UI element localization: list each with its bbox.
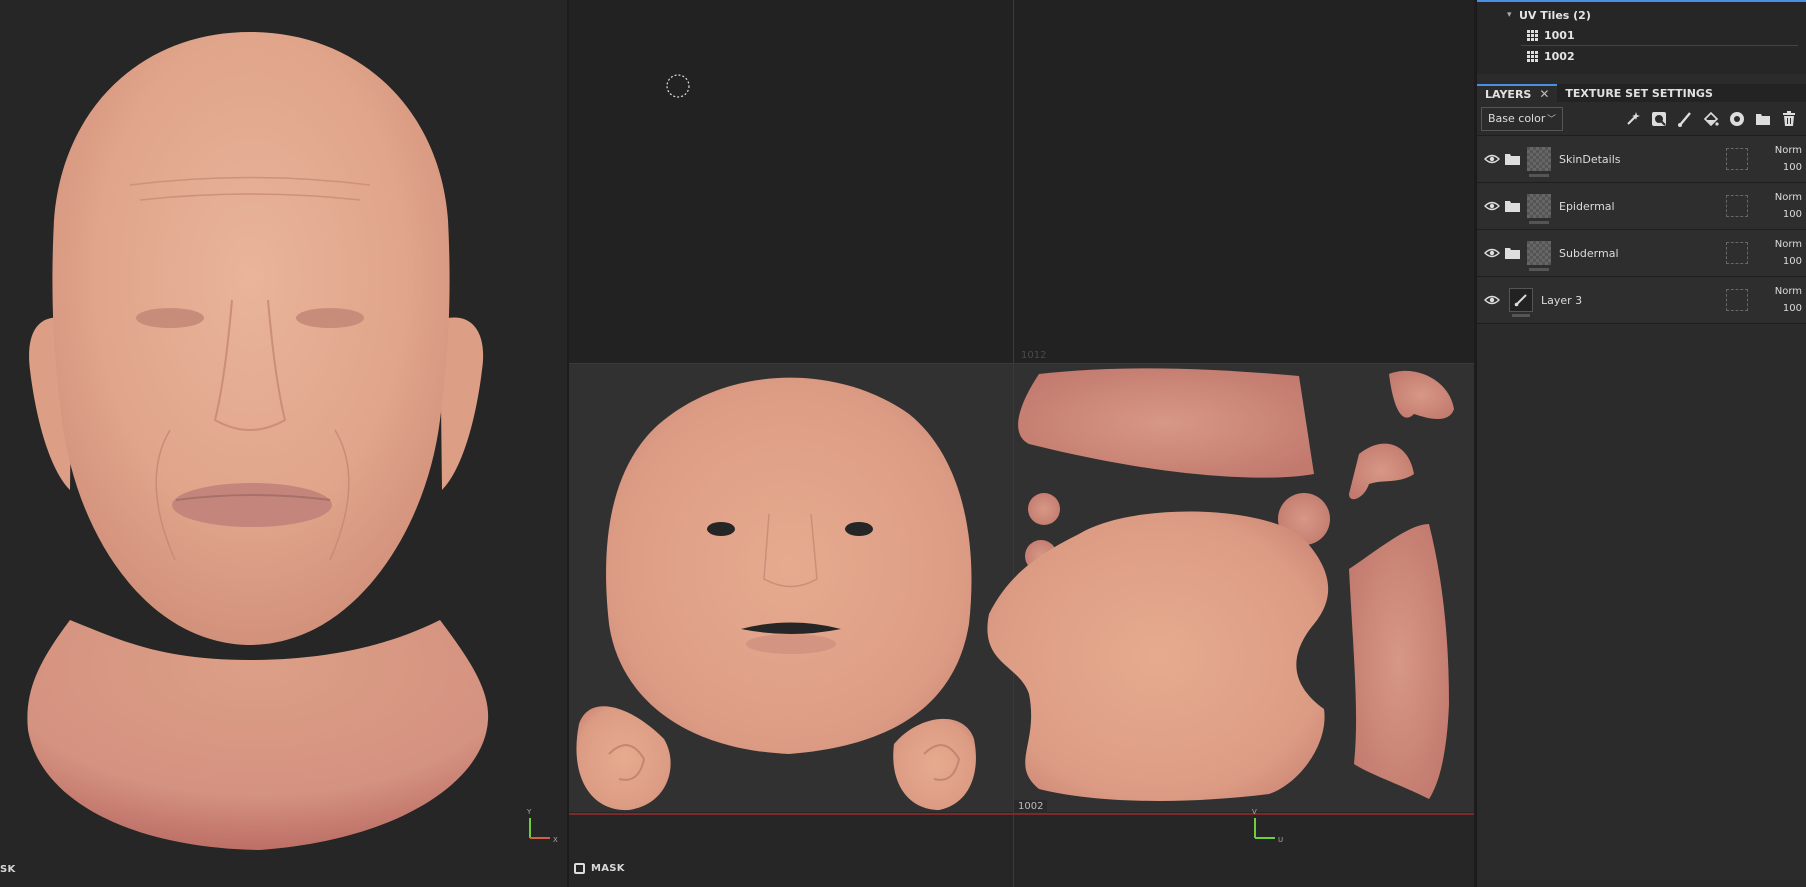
add-smart-material-icon[interactable] [1728,110,1746,128]
layer-name[interactable]: Subdermal [1559,247,1726,260]
tab-layers-label: LAYERS [1485,87,1532,101]
viewport-label: SK [0,864,16,875]
layer-name[interactable]: Layer 3 [1541,294,1726,307]
folder-icon [1503,153,1521,165]
add-mask-icon[interactable] [1650,110,1668,128]
add-paint-layer-icon[interactable] [1676,110,1694,128]
uv-view[interactable]: 1012 1002 V U MASK [569,0,1474,887]
axis-y-label: Y [526,808,532,816]
axis-v-label: V [1252,808,1257,816]
mask-label: MASK [591,863,625,874]
uv-tiles-group[interactable]: ▾ UV Tiles (2) [1477,5,1806,25]
add-folder-icon[interactable] [1754,110,1772,128]
right-panel: ▾ UV Tiles (2) 1001 1002 LAYERS ✕ TEXTUR… [1476,0,1806,887]
head-model [27,32,489,850]
tile-grid-icon [1527,29,1538,41]
viewport-3d[interactable]: Y X SK [0,0,567,887]
uv-tile-item[interactable]: 1002 [1477,46,1806,66]
layer-thumbnail [1527,241,1551,271]
blend-mode[interactable]: Norm [1758,239,1802,250]
uv-tiles-label: UV Tiles (2) [1519,8,1591,22]
layer-mask-slot[interactable] [1726,242,1748,264]
mask-toggle-icon [574,863,585,874]
layer-opacity[interactable]: 100 [1758,256,1802,267]
tile-label-bottom: 1002 [1014,800,1048,813]
tab-texture-set-settings-label: TEXTURE SET SETTINGS [1565,86,1713,100]
layer-thumbnail [1527,147,1551,177]
layer-mask-slot[interactable] [1726,289,1748,311]
tile-label-top: 1012 [1021,350,1047,361]
layers-toolbar: Base color ﹀ [1477,102,1806,136]
eye-icon[interactable] [1481,295,1503,305]
uv-tile-item[interactable]: 1001 [1477,25,1806,45]
tile-grid-icon [1527,50,1538,62]
add-effect-icon[interactable] [1624,110,1642,128]
add-fill-layer-icon[interactable] [1702,110,1720,128]
layer-row[interactable]: Layer 3 Norm 100 [1477,277,1806,324]
uv-tile-1012[interactable] [569,0,1474,364]
layer-opacity[interactable]: 100 [1758,162,1802,173]
delete-layer-icon[interactable] [1780,110,1798,128]
axis-x-label: X [553,836,558,844]
eye-icon[interactable] [1481,201,1503,211]
channel-select-value: Base color [1488,112,1546,125]
channel-select[interactable]: Base color ﹀ [1481,106,1563,131]
tab-texture-set-settings[interactable]: TEXTURE SET SETTINGS [1557,84,1720,102]
close-icon[interactable]: ✕ [1539,87,1549,101]
blend-mode[interactable]: Norm [1758,145,1802,156]
layer-blend[interactable]: Norm 100 [1758,239,1802,267]
mask-toggle[interactable]: MASK [574,863,625,874]
layer-mask-slot[interactable] [1726,195,1748,217]
paint-brush-icon [1509,288,1533,317]
chevron-down-icon: ﹀ [1546,115,1556,125]
layer-row[interactable]: SkinDetails Norm 100 [1477,136,1806,183]
axis-u-label: U [1278,836,1283,844]
axis-gizmo: Y X [520,806,560,846]
layer-row[interactable]: Subdermal Norm 100 [1477,230,1806,277]
layer-opacity[interactable]: 100 [1758,209,1802,220]
eye-icon[interactable] [1481,248,1503,258]
layer-blend[interactable]: Norm 100 [1758,192,1802,220]
layer-row[interactable]: Epidermal Norm 100 [1477,183,1806,230]
texture-set-tree: ▾ UV Tiles (2) 1001 1002 [1477,0,1806,74]
chevron-down-icon[interactable]: ▾ [1507,10,1519,20]
layer-blend[interactable]: Norm 100 [1758,145,1802,173]
uv-tile-item-label: 1001 [1544,28,1575,42]
layer-mask-slot[interactable] [1726,148,1748,170]
uv-tile-item-label: 1002 [1544,49,1575,63]
eye-icon[interactable] [1481,154,1503,164]
uv-islands [576,368,1454,811]
blend-mode[interactable]: Norm [1758,286,1802,297]
layer-thumbnail [1527,194,1551,224]
brush-cursor-icon [666,74,690,98]
blend-mode[interactable]: Norm [1758,192,1802,203]
tab-layers[interactable]: LAYERS ✕ [1477,84,1558,102]
folder-icon [1503,200,1521,212]
layer-name[interactable]: Epidermal [1559,200,1726,213]
layer-opacity[interactable]: 100 [1758,303,1802,314]
folder-icon [1503,247,1521,259]
layer-blend[interactable]: Norm 100 [1758,286,1802,314]
uv-axis-gizmo: V U [1245,806,1285,846]
uv-tile-border [569,813,1474,815]
layer-name[interactable]: SkinDetails [1559,153,1726,166]
panel-tabs: LAYERS ✕ TEXTURE SET SETTINGS [1477,74,1806,102]
